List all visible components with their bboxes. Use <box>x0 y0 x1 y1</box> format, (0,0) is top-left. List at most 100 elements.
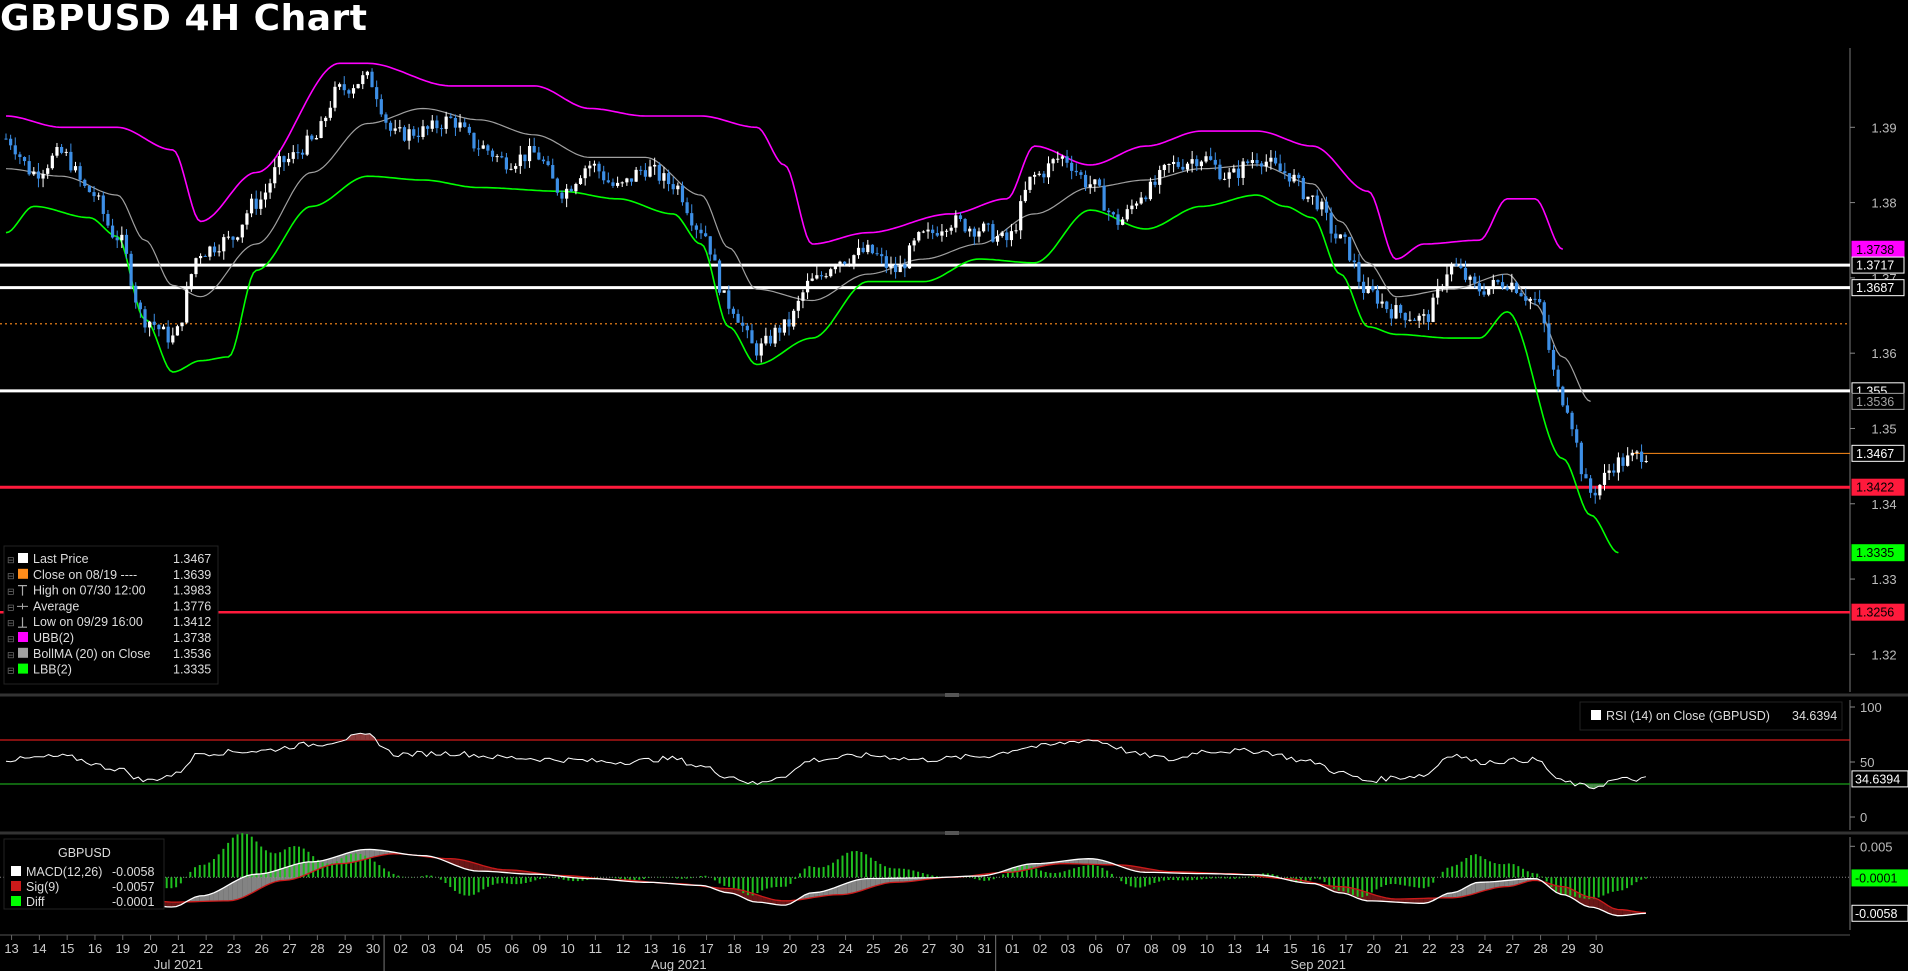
time-tick-label: 26 <box>894 941 908 956</box>
candle-body <box>1227 172 1231 179</box>
macd-band-segment <box>242 875 248 898</box>
candle-body <box>1644 461 1648 463</box>
legend-label: UBB(2) <box>33 631 74 645</box>
candle-body <box>1185 163 1190 170</box>
candle-body <box>843 261 847 264</box>
candle-body <box>324 117 328 122</box>
time-axis: 13 14 15 16 19 20 21 22 23 26 27 28 29 30 02 03 04 05 06 09… <box>0 934 1850 971</box>
candle-body <box>898 264 902 273</box>
candle-body <box>1357 262 1361 282</box>
candle-body <box>852 255 856 264</box>
candle-body <box>717 260 722 293</box>
candle-body <box>1338 234 1342 239</box>
candle-body <box>1459 265 1463 268</box>
candle-body <box>439 128 444 130</box>
candle-body <box>249 198 254 214</box>
candle-body <box>708 236 712 255</box>
candle-body <box>787 319 791 327</box>
candle-body <box>379 99 383 115</box>
candle-body <box>1088 184 1092 188</box>
candle-body <box>435 120 439 129</box>
time-tick-label: 20 <box>783 941 797 956</box>
candle-body <box>1417 315 1421 321</box>
legend-bullet: ⊟ <box>7 666 15 676</box>
candle-body <box>1431 297 1435 322</box>
candle-body <box>648 166 652 177</box>
candle-body <box>171 335 175 343</box>
time-tick-label: 27 <box>282 941 296 956</box>
candle-body <box>1500 282 1505 288</box>
month-label: Sep 2021 <box>1290 957 1346 971</box>
candle-body <box>1593 492 1597 496</box>
candle-body <box>884 256 888 268</box>
candle-body <box>1616 457 1620 473</box>
candle-body <box>356 84 360 89</box>
legend-marker <box>18 553 28 563</box>
candle-body <box>1394 305 1398 319</box>
legend-label: High on 07/30 12:00 <box>33 584 146 598</box>
candle-body <box>1584 474 1588 479</box>
candle-body <box>1065 156 1069 163</box>
price-tick-label: 1.33 <box>1871 572 1896 587</box>
candle-body <box>185 289 189 323</box>
candle-body <box>796 300 800 311</box>
month-label: Jul 2021 <box>154 957 203 971</box>
candle-body <box>97 195 101 197</box>
candle-body <box>212 246 217 253</box>
candle-body <box>1097 179 1102 186</box>
candle-body <box>1505 287 1509 290</box>
candle-body <box>527 146 532 162</box>
candle-body <box>231 236 235 240</box>
candle-body <box>1060 156 1064 159</box>
candle-body <box>1565 405 1570 413</box>
candle-body <box>671 184 675 190</box>
candle-body <box>277 156 281 168</box>
candle-body <box>1158 170 1162 185</box>
candle-body <box>22 157 27 162</box>
candle-body <box>1602 472 1607 485</box>
candle-body <box>338 84 342 87</box>
candle-body <box>1514 282 1519 294</box>
candle-body <box>509 168 513 170</box>
candle-body <box>398 127 402 129</box>
macd-legend-marker <box>11 881 21 891</box>
macd-band-segment <box>237 877 243 900</box>
candle-body <box>532 146 536 153</box>
candle-body <box>222 237 226 252</box>
candle-body <box>773 327 777 344</box>
time-tick-label: 02 <box>394 941 408 956</box>
time-tick-label: 26 <box>255 941 269 956</box>
candle-body <box>347 90 351 94</box>
candle-body <box>1083 174 1088 188</box>
candle-body <box>880 254 884 257</box>
candle-body <box>393 128 397 131</box>
rsi-tick-label: 50 <box>1860 755 1874 770</box>
candle-body <box>982 223 986 232</box>
candle-body <box>1121 219 1125 225</box>
candle-body <box>1630 452 1634 456</box>
candle-body <box>1255 160 1259 164</box>
candle-body <box>954 215 958 228</box>
candle-body <box>124 234 129 254</box>
candle-body <box>199 255 203 259</box>
candle-body <box>1042 173 1046 178</box>
candle-body <box>611 182 615 186</box>
candle-body <box>666 173 671 185</box>
macd-legend-label: MACD(12,26) <box>26 865 102 879</box>
legend-label: Average <box>33 599 79 613</box>
gbpusd-4h-chart[interactable]: 1.391.381.371.361.351.341.331.321.37381.… <box>0 0 1908 971</box>
candle-body <box>50 155 54 169</box>
candle-body <box>129 253 133 286</box>
candle-body <box>101 195 105 214</box>
candle-body <box>490 150 495 157</box>
candle-body <box>1162 164 1166 171</box>
candle-body <box>838 261 842 267</box>
candle-body <box>1260 163 1264 167</box>
candle-body <box>134 285 138 303</box>
candle-body <box>157 324 161 330</box>
candle-body <box>305 135 309 155</box>
time-tick-label: 29 <box>338 941 352 956</box>
axis-value-tag: 1.3256 <box>1851 603 1905 621</box>
candle-body <box>263 192 268 200</box>
candle-body <box>1134 203 1139 206</box>
